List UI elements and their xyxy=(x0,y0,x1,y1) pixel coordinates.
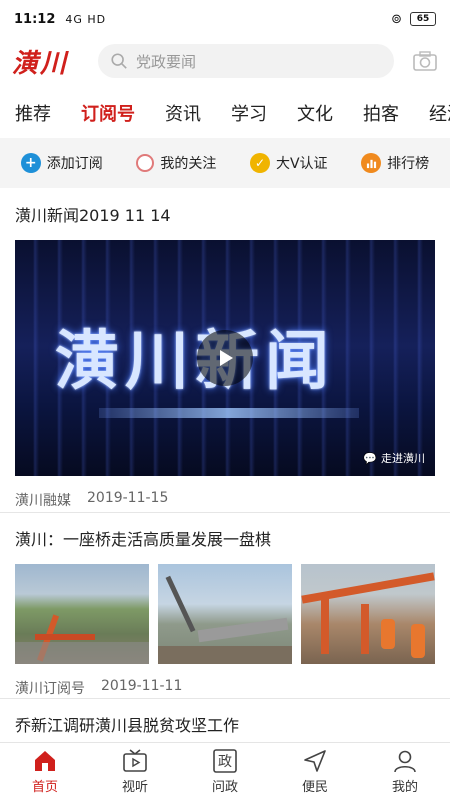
check-icon: ✓ xyxy=(249,153,270,173)
add-subscription-button[interactable]: + 添加订阅 xyxy=(20,153,103,173)
article-title: 潢川：一座桥走活高质量发展一盘棋 xyxy=(15,530,272,549)
video-title-art: 潢川新闻 xyxy=(55,325,335,399)
article-card[interactable]: 潢川：一座桥走活高质量发展一盘棋 潢川订阅号 2019-11-11 xyxy=(0,526,450,698)
subscription-actions: + 添加订阅 我的关注 ✓ 大V认证 排行榜 xyxy=(0,138,450,188)
home-icon xyxy=(35,751,55,771)
video-thumbnail[interactable]: 潢川新闻 💬 走进潢川 xyxy=(15,240,435,476)
article-source: 潢川订阅号 xyxy=(15,681,85,697)
nav-home-label: 首页 xyxy=(31,780,58,795)
tab-subscriptions[interactable]: 订阅号 xyxy=(66,100,150,126)
divider xyxy=(0,512,450,513)
bar-chart-icon xyxy=(361,153,382,173)
nav-media-label: 视听 xyxy=(121,780,148,795)
search-placeholder: 党政要闻 xyxy=(136,52,197,71)
status-time: 11:12 xyxy=(14,11,56,27)
nav-profile[interactable]: 我的 xyxy=(360,743,450,800)
photo-thumbnail[interactable] xyxy=(301,564,435,664)
search-icon xyxy=(111,53,127,69)
play-button[interactable] xyxy=(197,330,253,386)
my-follows-label: 我的关注 xyxy=(160,156,217,172)
nav-media[interactable]: 视听 xyxy=(90,743,180,800)
article-card[interactable]: 乔新江调研潢川县脱贫攻坚工作 xyxy=(0,712,450,736)
tab-culture[interactable]: 文化 xyxy=(282,100,348,126)
article-meta: 潢川融媒 2019-11-15 xyxy=(15,490,435,510)
my-follows-button[interactable]: 我的关注 xyxy=(136,153,217,173)
user-icon xyxy=(394,750,416,773)
verified-button[interactable]: ✓ 大V认证 xyxy=(249,153,328,173)
play-icon xyxy=(220,350,233,366)
watermark: 💬 走进潢川 xyxy=(363,451,425,466)
photo-thumbnail[interactable] xyxy=(158,564,292,664)
app-logo: 潢川 xyxy=(12,48,69,79)
article-source: 潢川融媒 xyxy=(15,493,71,509)
nav-inquiry[interactable]: 政 问政 xyxy=(180,743,270,800)
ranking-button[interactable]: 排行榜 xyxy=(361,153,430,173)
nav-home[interactable]: 首页 xyxy=(0,743,90,800)
tab-economy[interactable]: 经济 xyxy=(414,100,450,126)
tab-recommend[interactable]: 推荐 xyxy=(0,100,66,126)
image-gallery xyxy=(15,564,435,664)
channel-tabs: 推荐 订阅号 资讯 学习 文化 拍客 经济 xyxy=(0,92,450,134)
divider xyxy=(0,698,450,699)
tab-study[interactable]: 学习 xyxy=(216,100,282,126)
camera-icon[interactable] xyxy=(412,48,438,74)
alarm-icon: ⊚ xyxy=(391,11,402,27)
wechat-icon: 💬 xyxy=(363,451,377,465)
add-subscription-label: 添加订阅 xyxy=(46,156,103,172)
plus-icon: + xyxy=(20,153,41,173)
article-meta: 潢川订阅号 2019-11-11 xyxy=(15,678,435,698)
nav-services[interactable]: 便民 xyxy=(270,743,360,800)
nav-profile-label: 我的 xyxy=(391,780,418,795)
article-card[interactable]: 潢川新闻2019 11 14 潢川新闻 💬 走进潢川 潢川融媒 2019-11-… xyxy=(0,202,450,510)
svg-text:政: 政 xyxy=(218,754,232,770)
status-bar: 11:12 4G HD ⊚ 65 xyxy=(0,0,450,38)
bottom-navigation: 首页 视听 政 问政 便民 我的 xyxy=(0,742,450,800)
article-title: 潢川新闻2019 11 14 xyxy=(15,206,171,225)
app-header: 潢川 党政要闻 xyxy=(0,38,450,84)
article-date: 2019-11-15 xyxy=(87,490,169,506)
nav-services-label: 便民 xyxy=(301,780,328,795)
search-input[interactable]: 党政要闻 xyxy=(98,44,394,78)
nav-inquiry-label: 问政 xyxy=(211,780,238,795)
tv-icon xyxy=(123,749,147,772)
ranking-label: 排行榜 xyxy=(387,156,430,172)
article-date: 2019-11-11 xyxy=(101,678,183,694)
article-title: 乔新江调研潢川县脱贫攻坚工作 xyxy=(15,716,240,735)
zheng-icon: 政 xyxy=(213,749,237,773)
tab-news[interactable]: 资讯 xyxy=(150,100,216,126)
tab-photographer[interactable]: 拍客 xyxy=(348,100,414,126)
signal-icon: 4G HD xyxy=(65,12,107,26)
send-icon xyxy=(304,750,326,772)
battery-icon: 65 xyxy=(410,12,436,26)
circle-icon xyxy=(136,154,155,172)
photo-thumbnail[interactable] xyxy=(15,564,149,664)
verified-label: 大V认证 xyxy=(275,156,328,172)
